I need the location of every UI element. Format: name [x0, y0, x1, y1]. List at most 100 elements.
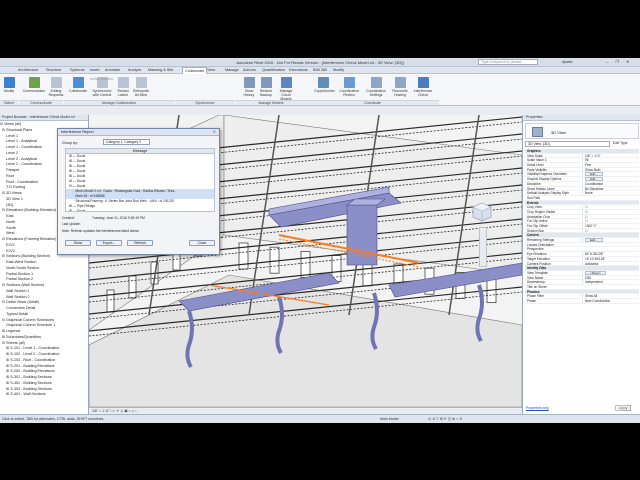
show-history-icon [243, 77, 255, 88]
restore-backup-icon [260, 77, 272, 88]
ribbon-button-label: Collaborate [69, 89, 87, 93]
interference-check-icon [417, 77, 429, 88]
coordination-review-icon [343, 77, 355, 88]
export-button[interactable]: Export... [96, 240, 122, 246]
editing-requests-button[interactable]: Editing Requests [48, 77, 64, 97]
type-selector[interactable]: 3D View [525, 123, 639, 139]
ribbon-button-label: Interference Check [413, 89, 433, 97]
properties-table: Graphics View Scale 1/8" = 1'-0" Scale Valu… [525, 149, 639, 304]
show-button[interactable]: Show [65, 240, 91, 246]
ribbon-button-label: Coordination Review [339, 89, 359, 97]
tab-quantification[interactable]: Quantification [262, 68, 285, 72]
ribbon-button-label: Show History [243, 89, 255, 97]
active-model-field[interactable]: Main Model [380, 415, 399, 423]
3d-view-icon [532, 127, 543, 137]
window[interactable] [300, 250, 311, 278]
tab-structure[interactable]: Structure [46, 68, 61, 72]
viewcube[interactable] [471, 201, 493, 223]
ribbon-group-communicate[interactable]: Communicate [19, 100, 63, 105]
active-workset-label: Active Workset: [90, 77, 114, 81]
ribbon-button-label: Synchronize with Central [92, 89, 112, 97]
edit-type-button[interactable]: Edit Type [613, 141, 628, 146]
ribbon-panel: Modify Communicator Editing Requests Collab… [0, 74, 640, 106]
play-icon [612, 393, 621, 405]
property-value[interactable]: New Construction [582, 299, 639, 303]
show-history-button[interactable]: Show History [242, 77, 256, 97]
tab-modify[interactable]: Modify [333, 68, 344, 72]
user-name[interactable]: dparks [562, 60, 573, 64]
video-play-button[interactable] [601, 385, 629, 413]
window[interactable] [106, 289, 115, 313]
property-edit-button[interactable]: Edit... [585, 177, 603, 181]
close-button[interactable]: Close [189, 240, 215, 246]
interference-check-button[interactable]: Interference Check [412, 77, 434, 97]
ribbon-button-label: Reconcile Hosting [392, 89, 408, 97]
ribbon-group-select[interactable]: Select [0, 100, 18, 105]
property-name: Phase [527, 299, 537, 303]
restore-backup-button[interactable]: Restore Backup [258, 77, 274, 97]
tab-annotate[interactable]: Annotate [105, 68, 120, 72]
dialog-note: Note: Refresh updates the interferences … [62, 229, 140, 233]
relinquish-all-mine-icon [135, 77, 147, 88]
reconcile-hosting-button[interactable]: Reconcile Hosting [390, 77, 410, 97]
collaborate-button[interactable]: Collaborate [68, 77, 88, 93]
reload-latest-button[interactable]: Reload Latest [115, 77, 131, 97]
dialog-created-value: Tuesday, June 21, 2016 9:35:19 PM [92, 216, 145, 220]
communicator-button[interactable]: Communicator [22, 77, 46, 93]
tab-extensions[interactable]: Extensions [289, 68, 308, 72]
dialog-created-label: Created: [62, 216, 75, 220]
search-input[interactable]: Type a keyword or phrase [478, 59, 538, 65]
title-bar: Autodesk Revit 2016 - Not For Resale Ver… [0, 58, 640, 67]
modify-icon [3, 77, 15, 88]
ribbon-group-manage-collaboration[interactable]: Manage Collaboration [64, 100, 174, 105]
ribbon-tabs: Architecture Structure Systems Insert Annota… [0, 67, 640, 74]
tab-view[interactable]: View [207, 68, 215, 72]
properties-help-link[interactable]: Properties help [526, 406, 549, 410]
window[interactable] [128, 275, 137, 299]
browser-item[interactable]: ⊞ S-401 - Wall Sections [0, 392, 89, 398]
window[interactable] [269, 246, 280, 274]
ribbon-group-synchronize[interactable]: Synchronize [175, 100, 235, 105]
coordination-settings-button[interactable]: Coordination Settings [364, 77, 388, 97]
interference-list-item[interactable]: ⊞ — Ducts [66, 209, 214, 211]
coordination-review-button[interactable]: Coordination Review [337, 77, 361, 97]
interference-report-dialog: Interference Report ✕ Group by: Category… [57, 128, 220, 255]
refresh-button[interactable]: Refresh [127, 240, 153, 246]
tab-collaborate[interactable]: Collaborate [182, 67, 208, 74]
interference-list[interactable]: ⊞ — Ducts ⊞ — Ducts ⊞ — Ducts ⊞ — Ducts ⊞ — … [65, 154, 215, 212]
window-controls[interactable]: – ❐ ✕ [606, 59, 632, 64]
property-edit-button[interactable]: Edit... [585, 172, 603, 177]
property-edit-button[interactable]: Edit... [585, 238, 603, 242]
property-row: Phase New Construction [525, 299, 639, 304]
status-icons[interactable]: ⊙ :0 ▽ ⊞ ⇱ ◫ ⊕ ▿ :0 [428, 415, 462, 423]
ribbon-group-manage-models[interactable]: Manage Models [236, 100, 306, 105]
tab-architecture[interactable]: Architecture [18, 68, 38, 72]
ribbon-button-label: Editing Requests [48, 89, 64, 97]
ribbon-button-label: Communicator [22, 89, 46, 93]
ribbon-button-label: Copy/Monitor [314, 89, 335, 93]
view-control-bar[interactable]: 1/8" = 1'-0" □ ◐ ☀ ◎ ▣ ⌂ ◇ ‹ [89, 407, 522, 414]
ribbon-button-label: Modify [3, 89, 15, 93]
tab-add-ins[interactable]: Add-Ins [243, 68, 256, 72]
dialog-title: Interference Report [61, 130, 94, 134]
collaborate-icon [72, 77, 84, 88]
status-text: Click to select, TAB for alternates, CTR… [2, 417, 105, 421]
copy-monitor-button[interactable]: Copy/Monitor [314, 77, 335, 93]
group-by-dropdown[interactable]: Category 1, Category 2 [103, 139, 150, 145]
property-edit-button[interactable]: <None> [585, 270, 606, 275]
group-by-label: Group by: [62, 141, 78, 145]
close-icon[interactable]: ✕ [213, 129, 216, 135]
tab-massing-site[interactable]: Massing & Site [148, 68, 173, 72]
tab-bim-360[interactable]: BIM 360 [313, 68, 327, 72]
navigation-bar[interactable] [479, 227, 487, 267]
tab-insert[interactable]: Insert [90, 68, 100, 72]
modify-button[interactable]: Modify [2, 77, 16, 93]
window-title: Autodesk Revit 2016 - Not For Resale Ver… [236, 60, 404, 65]
tab-systems[interactable]: Systems [70, 68, 85, 72]
relinquish-all-mine-button[interactable]: Relinquish All Mine [133, 77, 149, 97]
tab-analyze[interactable]: Analyze [128, 68, 142, 72]
view-filter-dropdown[interactable]: 3D View: {3D} [525, 141, 610, 147]
manage-cloud-models-button[interactable]: Manage Cloud Models [276, 77, 296, 101]
ribbon-group-coordinate[interactable]: Coordinate [306, 100, 439, 105]
tab-manage[interactable]: Manage [225, 68, 239, 72]
